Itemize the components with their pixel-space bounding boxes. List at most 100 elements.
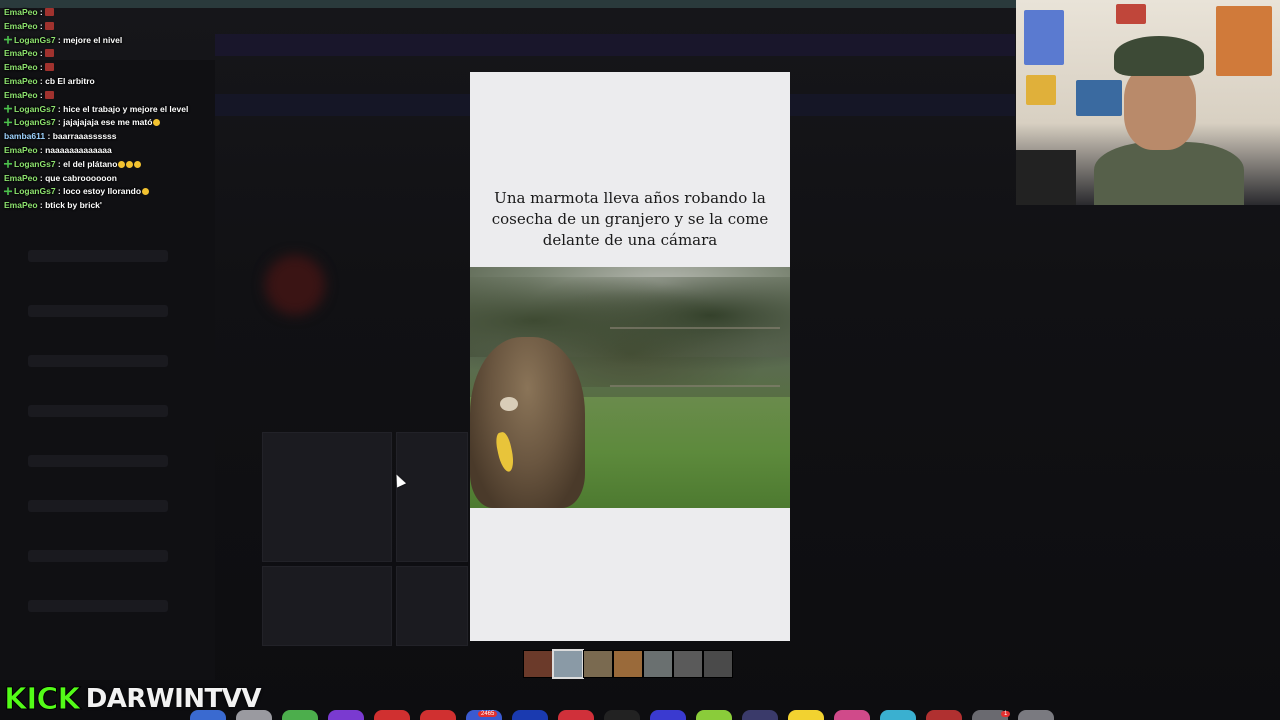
media-thumbnail-strip[interactable]	[523, 649, 735, 680]
dock-app-icon[interactable]	[512, 710, 548, 720]
media-thumbnail[interactable]	[552, 649, 584, 679]
media-viewer-modal[interactable]: Una marmota lleva años robando la cosech…	[470, 72, 790, 641]
laugh-emoji-icon	[126, 160, 134, 168]
chat-message: LoganGs7 : mejore el nivel	[4, 34, 244, 48]
chat-message: EmaPeo : que cabroooooon	[4, 172, 117, 183]
red-emote-icon	[45, 90, 55, 99]
dock-app-icon[interactable]	[604, 710, 640, 720]
chat-username[interactable]: EmaPeo	[4, 200, 38, 210]
media-thumbnail[interactable]	[673, 650, 703, 678]
dimmed-sidebar-row	[28, 405, 168, 417]
app-dock[interactable]	[180, 710, 1100, 720]
streamer-face	[1124, 64, 1196, 150]
marmot-snout	[500, 397, 518, 411]
dimmed-thumbnail	[396, 432, 468, 562]
chat-message: EmaPeo :	[4, 61, 244, 75]
dimmed-thumbnail	[396, 566, 468, 646]
chat-message: EmaPeo :	[4, 89, 244, 103]
chat-message-text: mejore el nivel	[63, 34, 123, 45]
chat-username[interactable]: LoganGs7	[14, 117, 56, 127]
dimmed-sidebar-row	[28, 305, 168, 317]
dock-app-icon[interactable]	[742, 710, 778, 720]
chat-message: EmaPeo :	[4, 47, 244, 61]
streamer-cap	[1114, 36, 1204, 76]
dock-app-icon[interactable]	[880, 710, 916, 720]
chat-username[interactable]: LoganGs7	[14, 35, 56, 45]
post-headline: Una marmota lleva años robando la cosech…	[491, 189, 769, 249]
dock-app-icon[interactable]	[834, 710, 870, 720]
dock-app-icon[interactable]	[236, 710, 272, 720]
chat-username[interactable]: EmaPeo	[4, 62, 38, 72]
laugh-emoji-icon	[134, 160, 142, 168]
wall-poster	[1026, 75, 1056, 105]
chat-username[interactable]: LoganGs7	[14, 159, 56, 169]
chat-message-text: que cabroooooon	[45, 172, 117, 183]
subscriber-badge-icon	[4, 104, 12, 113]
chat-username[interactable]: bamba611	[4, 131, 45, 141]
dock-app-icon[interactable]	[696, 710, 732, 720]
dock-app-icon[interactable]	[282, 710, 318, 720]
dock-app-icon[interactable]	[650, 710, 686, 720]
chat-message: EmaPeo : naaaaaaaaaaaaa	[4, 144, 112, 155]
chat-message-text: btick by brick'	[45, 200, 102, 211]
subscriber-badge-icon	[4, 35, 12, 44]
dock-app-icon[interactable]	[788, 710, 824, 720]
dock-app-icon[interactable]	[420, 710, 456, 720]
chat-message: bamba611 : baarraaassssss	[4, 131, 117, 142]
dock-badge: 1	[1001, 711, 1011, 717]
chat-message: LoganGs7 : jajajajaja ese me mató	[4, 116, 244, 130]
chat-message: LoganGs7 : hice el trabajo y mejore el l…	[4, 103, 244, 117]
chat-message: EmaPeo : cb El arbitro	[4, 75, 95, 86]
dock-app-icon[interactable]	[1018, 710, 1054, 720]
chat-message: EmaPeo : btick by brick'	[4, 200, 102, 211]
marmot-figure	[470, 337, 585, 508]
red-emote-icon	[45, 49, 55, 58]
chat-username[interactable]: EmaPeo	[4, 76, 38, 86]
wall-poster	[1024, 10, 1064, 65]
chat-username[interactable]: LoganGs7	[14, 186, 56, 196]
dock-app-icon[interactable]	[558, 710, 594, 720]
streamer-shirt	[1094, 142, 1244, 205]
dock-app-icon[interactable]	[328, 710, 364, 720]
chat-username[interactable]: EmaPeo	[4, 21, 38, 31]
streamer-webcam	[1016, 0, 1280, 205]
red-emote-icon	[45, 21, 55, 30]
dimmed-avatar	[265, 255, 325, 315]
dimmed-banner	[215, 34, 1015, 56]
stream-chat-overlay: EmaPeo : EmaPeo : LoganGs7 : mejore el n…	[4, 6, 244, 213]
dimmed-thumbnail	[262, 566, 392, 646]
chat-message: LoganGs7 : el del plátano	[4, 158, 244, 172]
dimmed-thumbnail	[262, 432, 392, 562]
chat-username[interactable]: EmaPeo	[4, 90, 38, 100]
media-thumbnail[interactable]	[583, 650, 613, 678]
dock-app-icon[interactable]	[190, 710, 226, 720]
wall-poster	[1116, 4, 1146, 24]
chat-message-text: hice el trabajo y mejore el level	[63, 103, 189, 114]
chat-message: LoganGs7 : loco estoy llorando	[4, 185, 244, 199]
dimmed-sidebar-row	[28, 600, 168, 612]
dimmed-sidebar-row	[28, 355, 168, 367]
dock-app-icon[interactable]	[374, 710, 410, 720]
media-thumbnail[interactable]	[523, 650, 553, 678]
chat-message-text: jajajajaja ese me mató	[63, 117, 153, 128]
chat-message: EmaPeo :	[4, 6, 244, 20]
chat-username[interactable]: EmaPeo	[4, 173, 38, 183]
marmot-eating-banana-photo[interactable]	[470, 267, 790, 508]
laugh-emoji-icon	[153, 119, 161, 127]
chat-message-text: cb El arbitro	[45, 75, 95, 86]
chat-username[interactable]: EmaPeo	[4, 7, 38, 17]
media-thumbnail[interactable]	[703, 650, 733, 678]
subscriber-badge-icon	[4, 187, 12, 196]
chat-username[interactable]: EmaPeo	[4, 145, 38, 155]
media-thumbnail[interactable]	[613, 650, 643, 678]
chat-username[interactable]: LoganGs7	[14, 104, 56, 114]
dock-app-icon[interactable]	[926, 710, 962, 720]
media-thumbnail[interactable]	[643, 650, 673, 678]
dimmed-sidebar-row	[28, 250, 168, 262]
subscriber-badge-icon	[4, 159, 12, 168]
dock-badge: 2465	[478, 711, 498, 717]
photo-fence	[610, 327, 780, 387]
subscriber-badge-icon	[4, 118, 12, 127]
chat-message-text: naaaaaaaaaaaaa	[45, 144, 112, 155]
chat-username[interactable]: EmaPeo	[4, 48, 38, 58]
